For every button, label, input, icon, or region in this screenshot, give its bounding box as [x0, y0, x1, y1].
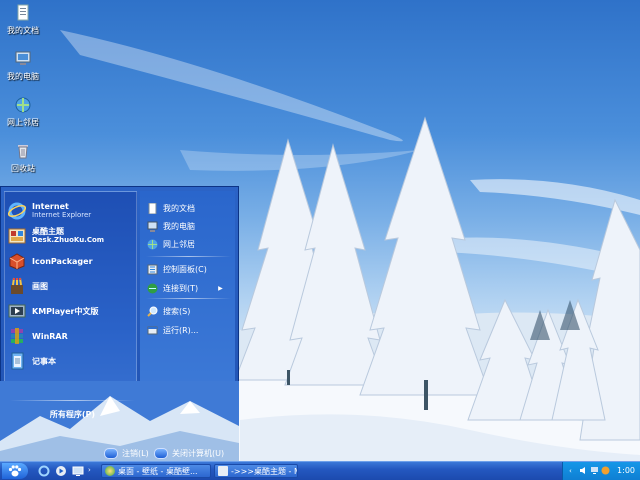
program-subtitle: Desk.ZhuoKu.Com: [32, 236, 105, 244]
desktop-icon-label: 我的电脑: [7, 72, 39, 81]
place-my-computer[interactable]: 我的电脑: [147, 219, 195, 233]
places-separator: [146, 298, 231, 299]
start-button[interactable]: [2, 463, 28, 479]
my-documents-icon: [14, 4, 32, 22]
place-run[interactable]: 运行(R)...: [147, 323, 198, 337]
winrar-icon: [8, 327, 26, 345]
taskbar: › 桌面 - 壁纸 - 桌酷壁... ->>>桌酷主题 - Mic... ‹ 1…: [0, 461, 640, 480]
desktop-icon-recycle-bin[interactable]: 回收站: [2, 142, 44, 174]
paw-print-icon: [8, 465, 22, 477]
paint-icon: [8, 277, 26, 295]
quicklaunch-expand-icon[interactable]: ›: [88, 465, 96, 477]
program-name: 画图: [32, 281, 48, 291]
program-kmplayer[interactable]: KMPlayer中文版: [8, 300, 99, 322]
program-winrar[interactable]: WinRAR: [8, 325, 68, 347]
program-name: KMPlayer中文版: [32, 306, 99, 316]
task-label: 桌面 - 壁纸 - 桌酷壁...: [118, 466, 198, 476]
tray-volume-icon[interactable]: [579, 466, 588, 475]
place-label: 我的电脑: [163, 221, 195, 231]
tray-app-icon[interactable]: [601, 466, 610, 475]
desktop-icon-label: 网上邻居: [7, 118, 39, 127]
place-network-places[interactable]: 网上邻居: [147, 237, 195, 251]
search-icon: [147, 306, 158, 317]
task-label: ->>>桌酷主题 - Mic...: [231, 466, 297, 476]
quicklaunch-media-player-icon[interactable]: [55, 465, 67, 477]
browser-icon: [105, 466, 115, 476]
network-places-icon: [147, 239, 158, 250]
desktop-icon-label: 我的文档: [7, 26, 39, 35]
task-button-zhuoku-theme[interactable]: ->>>桌酷主题 - Mic...: [214, 464, 298, 478]
program-notepad[interactable]: 记事本: [8, 350, 56, 372]
my-documents-icon: [147, 202, 158, 214]
submenu-arrow-icon: ▶: [218, 284, 223, 292]
window-icon: [218, 466, 228, 476]
kmplayer-icon: [8, 302, 26, 320]
iconpackager-icon: [8, 252, 26, 270]
shutdown-label: 关闭计算机(U): [172, 448, 225, 458]
control-panel-icon: [147, 264, 158, 275]
connect-to-icon: [147, 283, 158, 294]
place-my-documents[interactable]: 我的文档: [147, 201, 195, 215]
program-name: Internet: [32, 202, 69, 211]
program-name: WinRAR: [32, 331, 68, 341]
shutdown-button[interactable]: 关闭计算机(U): [154, 447, 224, 459]
internet-explorer-icon: [7, 202, 27, 220]
logoff-label: 注销(L): [122, 448, 149, 458]
program-zhuoku-theme[interactable]: 桌酷主题 Desk.ZhuoKu.Com: [8, 225, 104, 247]
place-control-panel[interactable]: 控制面板(C): [147, 262, 207, 276]
taskbar-clock[interactable]: 1:00: [617, 466, 635, 475]
quicklaunch-ie-icon[interactable]: [38, 465, 50, 477]
task-button-desktop-wallpaper[interactable]: 桌面 - 壁纸 - 桌酷壁...: [101, 464, 211, 478]
place-connect-to[interactable]: 连接到(T) ▶: [147, 281, 223, 295]
desktop-icon-network-places[interactable]: 网上邻居: [2, 96, 44, 128]
quicklaunch-show-desktop-icon[interactable]: [72, 465, 84, 477]
start-menu-separator: [10, 400, 135, 401]
program-name: 桌酷主题: [32, 227, 64, 236]
place-label: 运行(R)...: [163, 325, 199, 335]
place-label: 连接到(T): [163, 283, 199, 293]
tray-chevron-icon[interactable]: ‹: [569, 466, 578, 475]
my-computer-icon: [14, 50, 32, 68]
network-places-icon: [14, 96, 32, 114]
desktop-icon-label: 回收站: [11, 164, 35, 173]
place-label: 搜索(S): [163, 306, 191, 316]
system-tray: ‹ 1:00: [562, 462, 640, 480]
zhuoku-theme-icon: [8, 227, 26, 245]
logoff-button[interactable]: 注销(L): [104, 447, 149, 459]
place-label: 网上邻居: [163, 239, 195, 249]
logoff-icon: [104, 447, 118, 459]
program-internet-explorer[interactable]: Internet Internet Explorer: [7, 200, 92, 222]
tray-network-icon[interactable]: [590, 466, 599, 475]
desktop-icon-my-computer[interactable]: 我的电脑: [2, 50, 44, 82]
program-paint[interactable]: 画图: [8, 275, 48, 297]
program-iconpackager[interactable]: IconPackager: [8, 250, 93, 272]
place-label: 我的文档: [163, 203, 195, 213]
shutdown-icon: [154, 447, 168, 459]
places-separator: [146, 256, 231, 257]
run-icon: [147, 325, 158, 336]
all-programs-button[interactable]: 所有程序(P): [10, 408, 135, 422]
program-name: 记事本: [32, 356, 56, 366]
recycle-bin-icon: [14, 142, 32, 160]
desktop-icon-my-documents[interactable]: 我的文档: [2, 4, 44, 36]
program-name: IconPackager: [32, 256, 93, 266]
my-computer-icon: [147, 221, 158, 232]
notepad-icon: [8, 352, 26, 370]
place-search[interactable]: 搜索(S): [147, 304, 190, 318]
program-subtitle: Internet Explorer: [32, 211, 92, 219]
place-label: 控制面板(C): [163, 264, 207, 274]
